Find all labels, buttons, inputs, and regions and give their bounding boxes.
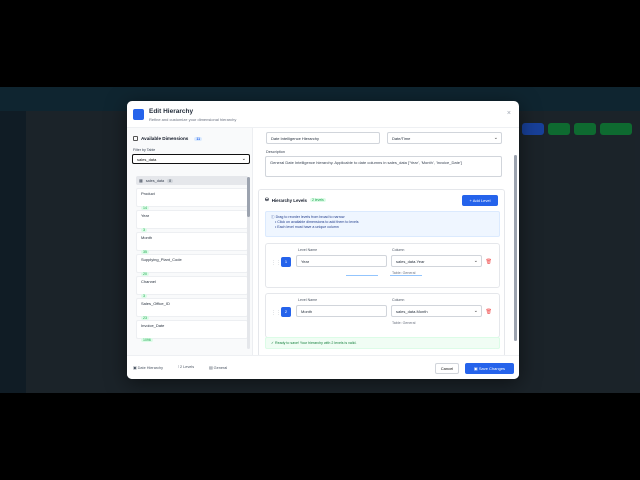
dimension-item[interactable]: Month 35 <box>136 231 248 254</box>
modal-header: Edit Hierarchy Refine and customize your… <box>127 101 519 128</box>
table-icon: ▦ <box>139 178 143 183</box>
save-changes-button[interactable]: ▣ Save Changes <box>465 363 514 374</box>
hierarchy-icon <box>133 109 144 120</box>
save-changes-label: Save Changes <box>478 366 506 371</box>
drag-handle-icon[interactable]: ⋮⋮ <box>271 260 281 266</box>
hierarchy-type-value: Date/Time <box>392 136 411 141</box>
level-table-note: Table: General <box>392 321 416 325</box>
dimension-count: 3 <box>141 227 147 232</box>
dimension-item[interactable]: Sales_Office_ID 23 <box>136 297 248 320</box>
table-group-name: sales_data <box>145 178 165 183</box>
dimension-count: 20 <box>141 271 149 276</box>
dimension-count: 35 <box>141 249 149 254</box>
description-label: Description <box>266 150 285 154</box>
dimension-count: 23 <box>141 315 149 320</box>
drop-indicator <box>346 275 378 276</box>
filter-select-value: sales_data <box>137 157 157 162</box>
edit-hierarchy-modal: Edit Hierarchy Refine and customize your… <box>127 101 519 379</box>
modal-title: Edit Hierarchy <box>149 108 194 115</box>
footer-levels: ⫶ 2 Levels <box>178 365 194 369</box>
hierarchy-type-select[interactable]: Date/Time ⌄ <box>387 132 502 144</box>
dimension-item[interactable]: Channel 3 <box>136 275 248 298</box>
hierarchy-levels-title: Hierarchy Levels <box>271 197 307 203</box>
level-name-label: Level Name <box>298 248 318 252</box>
dimension-item[interactable]: Year 3 <box>136 209 248 232</box>
footer-levels-text: 2 Levels <box>180 365 195 369</box>
levels-icon: ⛁ <box>265 197 269 202</box>
footer-type-text: Date Hierarchy <box>137 366 163 370</box>
available-dimensions-label: Available Dimensions <box>141 136 189 141</box>
available-dimensions-title: Available Dimensions 11 <box>133 136 203 141</box>
ready-text: Ready to save! Your hierarchy with 2 lev… <box>275 341 357 345</box>
dimension-item[interactable]: Supplying_Plant_Code 20 <box>136 253 248 276</box>
table-group-header[interactable]: ▦ sales_data 8 <box>136 176 248 185</box>
filter-label: Filter by Table <box>133 148 156 152</box>
level-row[interactable]: ⋮⋮ 2 Level Name Month Column sales_data.… <box>265 293 500 338</box>
drag-handle-icon[interactable]: ⋮⋮ <box>271 310 281 316</box>
delete-level-icon[interactable]: 🗑 <box>486 309 492 315</box>
scrollbar-thumb[interactable] <box>247 177 250 217</box>
dimension-name: Supplying_Plant_Code <box>141 256 182 262</box>
add-level-button[interactable]: + Add Level <box>462 195 498 206</box>
dimension-count: 1096 <box>141 337 153 342</box>
levels-count-badge: 2 levels <box>309 198 326 202</box>
footer-type: ▣ Date Hierarchy <box>133 365 163 370</box>
dimension-name: Product <box>141 190 155 196</box>
modal-subtitle: Refine and customize your dimensional hi… <box>149 117 237 122</box>
ready-message: ✓ Ready to save! Your hierarchy with 2 l… <box>265 337 500 349</box>
column-select-value: sales_data.Month <box>396 309 428 314</box>
level-name-input[interactable]: Month <box>296 305 387 317</box>
column-select[interactable]: sales_data.Month ⌄ <box>391 305 482 317</box>
dimensions-scrollbar[interactable] <box>247 177 250 349</box>
dimension-name: Invoice_Date <box>141 322 165 328</box>
info-box: ⓘ Drag to reorder levels from broad to n… <box>265 211 500 237</box>
hierarchy-levels-header: ⛁ Hierarchy Levels 2 levels <box>265 197 326 203</box>
hierarchy-name-input[interactable]: Date Intelligence Hierarchy <box>266 132 380 144</box>
level-name-input[interactable]: Year <box>296 255 387 267</box>
editor-scrollbar[interactable] <box>514 155 517 341</box>
level-number: 1 <box>281 257 291 267</box>
level-row[interactable]: ⋮⋮ 1 Level Name Year Column sales_data.Y… <box>265 243 500 288</box>
info-line: • Each level must have a unique column <box>275 225 339 230</box>
dimensions-icon <box>133 136 138 141</box>
delete-level-icon[interactable]: 🗑 <box>486 259 492 265</box>
dimension-count: 14 <box>141 205 149 210</box>
column-select[interactable]: sales_data.Year ⌄ <box>391 255 482 267</box>
chevron-down-icon: ⌄ <box>473 308 478 314</box>
info-title-text: Drag to reorder levels from broad to nar… <box>275 215 345 219</box>
filter-table-select[interactable]: sales_data ⌄ <box>132 154 250 164</box>
dimension-item[interactable]: Invoice_Date 1096 <box>136 319 248 342</box>
drop-indicator <box>390 275 422 276</box>
dimension-count: 3 <box>141 293 147 298</box>
scrollbar-thumb[interactable] <box>514 155 517 341</box>
footer-category: ▤ General <box>209 365 227 370</box>
dimensions-list: ▦ sales_data 8 Product 14 Year 3 Month 35 S… <box>136 176 248 354</box>
level-name-label: Level Name <box>298 298 318 302</box>
hierarchy-editor-panel: Date Intelligence Hierarchy Date/Time ⌄ … <box>254 128 519 355</box>
modal-footer: ▣ Date Hierarchy ⫶ 2 Levels ▤ General Ca… <box>127 355 519 379</box>
dimension-name: Month <box>141 234 153 240</box>
hierarchy-levels-card: ⛁ Hierarchy Levels 2 levels + Add Level … <box>258 189 505 355</box>
chevron-down-icon: ⌄ <box>241 156 246 162</box>
column-select-value: sales_data.Year <box>396 259 425 264</box>
level-number: 2 <box>281 307 291 317</box>
close-icon[interactable]: × <box>507 110 511 117</box>
footer-category-text: General <box>213 366 228 370</box>
available-dimensions-panel: Available Dimensions 11 Filter by Table … <box>127 128 253 355</box>
dimension-name: Sales_Office_ID <box>141 300 170 306</box>
chevron-down-icon: ⌄ <box>473 258 478 264</box>
table-group-count: 8 <box>167 178 174 183</box>
description-textarea[interactable]: General Date Intelligence hierarchy. App… <box>265 156 502 177</box>
column-label: Column <box>392 298 405 302</box>
column-label: Column <box>392 248 405 252</box>
chevron-down-icon: ⌄ <box>493 135 498 141</box>
dimension-name: Year <box>141 212 150 218</box>
dimension-name: Channel <box>141 278 156 284</box>
dimension-item[interactable]: Product 14 <box>136 187 248 210</box>
cancel-button[interactable]: Cancel <box>435 363 459 374</box>
dimensions-count-badge: 11 <box>194 136 203 141</box>
